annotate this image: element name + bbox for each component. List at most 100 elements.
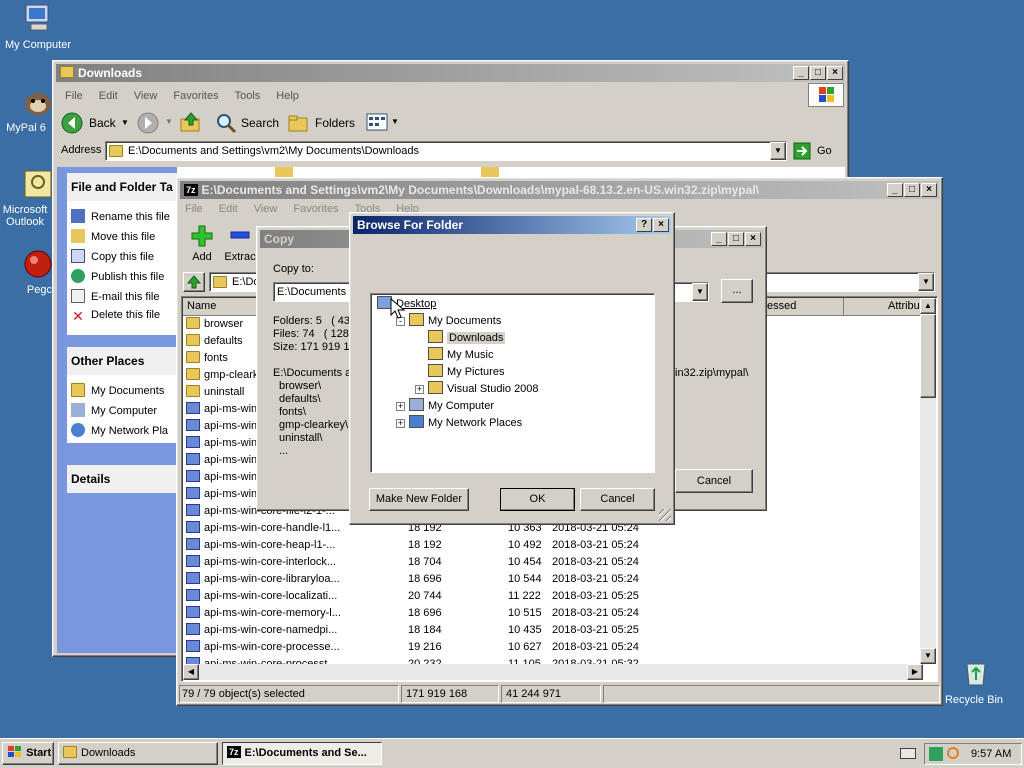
search-button[interactable]: Search — [215, 111, 281, 135]
table-row[interactable]: api-ms-win-core-libraryloa... 18 696 10 54… — [186, 571, 916, 588]
keyboard-icon[interactable] — [900, 748, 916, 759]
menu-tools[interactable]: Tools — [235, 90, 261, 102]
desktop-icon-pegc[interactable]: Pegc — [0, 248, 60, 298]
forward-button[interactable]: ▼ — [137, 111, 173, 135]
ok-button[interactable]: OK — [500, 488, 575, 511]
scroll-thumb[interactable] — [920, 314, 936, 398]
scroll-up-button[interactable]: ▲ — [920, 298, 936, 314]
table-row[interactable]: api-ms-win-core-interlock... 18 704 10 454… — [186, 554, 916, 571]
table-row[interactable]: api-ms-win-core-namedpi... 18 184 10 435 20… — [186, 622, 916, 639]
my-documents-link[interactable]: My Documents — [71, 383, 164, 397]
tree-item-my-computer[interactable]: + My Computer — [396, 398, 494, 415]
rename-file-link[interactable]: Rename this file — [71, 209, 170, 223]
delete-file-link[interactable]: ✕ Delete this file — [71, 309, 160, 323]
menu-view[interactable]: View — [254, 203, 278, 215]
address-dropdown-button[interactable]: ▼ — [770, 142, 786, 160]
taskbar-item-downloads[interactable]: Downloads — [58, 742, 218, 765]
tree-item-desktop[interactable]: Desktop — [377, 296, 436, 313]
up-level-button[interactable] — [183, 272, 205, 292]
menu-favorites[interactable]: Favorites — [293, 203, 338, 215]
menu-favorites[interactable]: Favorites — [173, 90, 218, 102]
resize-grip-icon[interactable] — [659, 509, 671, 521]
col-attrib-header[interactable]: Attribu — [888, 300, 920, 312]
up-folder-button[interactable] — [179, 111, 205, 135]
extract-button[interactable]: Extrac — [223, 224, 257, 264]
network-tray-icon[interactable] — [929, 747, 943, 761]
close-button[interactable]: × — [921, 183, 937, 197]
path-dropdown-button[interactable]: ▼ — [918, 273, 934, 291]
desktop-icon-my-computer[interactable]: My Computer — [0, 2, 80, 52]
desktop-icon-outlook[interactable]: Microsoft Outlook — [0, 168, 60, 228]
minimize-button[interactable]: _ — [711, 232, 727, 246]
menu-file[interactable]: File — [185, 203, 203, 215]
search-tray-icon[interactable] — [947, 747, 959, 759]
copy-to-dropdown-button[interactable]: ▼ — [692, 283, 708, 301]
browse-cancel-button[interactable]: Cancel — [580, 488, 655, 511]
vertical-scrollbar[interactable]: ▲ ▼ — [920, 298, 936, 664]
maximize-button[interactable]: □ — [904, 183, 920, 197]
desktop-icon-mypal[interactable]: MyPal 6 — [0, 88, 60, 136]
table-row[interactable]: api-ms-win-core-memory-l... 18 696 10 515 2… — [186, 605, 916, 622]
menu-view[interactable]: View — [134, 90, 158, 102]
browse-titlebar[interactable]: Browse For Folder ? × — [353, 216, 671, 234]
help-button[interactable]: ? — [636, 218, 652, 232]
horizontal-scrollbar[interactable]: ◀ ▶ — [183, 664, 923, 680]
minimize-button[interactable]: _ — [887, 183, 903, 197]
tree-item-my-network-places[interactable]: + My Network Places — [396, 415, 522, 432]
minimize-button[interactable]: _ — [793, 66, 809, 80]
copy-file-link[interactable]: Copy this file — [71, 249, 154, 263]
scroll-right-button[interactable]: ▶ — [907, 664, 923, 680]
expand-icon[interactable]: + — [415, 385, 424, 394]
menu-edit[interactable]: Edit — [99, 90, 118, 102]
explorer-titlebar[interactable]: Downloads _ □ × — [56, 64, 845, 82]
table-row[interactable]: api-ms-win-core-localizati... 20 744 11 22… — [186, 588, 916, 605]
views-button[interactable]: ▼ — [365, 111, 399, 135]
desktop-icon-recycle-bin[interactable]: Recycle Bin — [944, 656, 1024, 708]
maximize-button[interactable]: □ — [810, 66, 826, 80]
folders-button[interactable]: Folders — [287, 111, 355, 135]
table-row[interactable]: api-ms-win-core-heap-l1-... 18 192 10 492 2… — [186, 537, 916, 554]
back-button[interactable]: Back ▼ — [61, 111, 131, 135]
my-network-link[interactable]: My Network Pla — [71, 423, 168, 437]
address-input[interactable]: E:\Documents and Settings\vm2\My Documen… — [105, 141, 787, 161]
chevron-down-icon[interactable]: ▼ — [121, 111, 129, 135]
email-file-link[interactable]: E-mail this file — [71, 289, 159, 303]
add-button[interactable]: Add — [185, 224, 219, 264]
tree-item-my-pictures[interactable]: My Pictures — [415, 364, 504, 381]
taskbar-item-7zip[interactable]: 7z E:\Documents and Se... — [222, 742, 382, 765]
scroll-down-button[interactable]: ▼ — [920, 648, 936, 664]
expand-icon[interactable]: + — [396, 402, 405, 411]
tree-item-my-music[interactable]: My Music — [415, 347, 493, 364]
start-button[interactable]: Start — [2, 742, 54, 765]
other-places-header[interactable]: Other Places — [67, 347, 177, 375]
details-header[interactable]: Details — [71, 465, 110, 493]
chevron-down-icon[interactable]: ▼ — [165, 117, 173, 126]
browse-button[interactable]: ... — [721, 279, 753, 303]
make-new-folder-button[interactable]: Make New Folder — [369, 488, 469, 511]
publish-file-link[interactable]: Publish this file — [71, 269, 164, 283]
move-file-link[interactable]: Move this file — [71, 229, 155, 243]
dll-file-icon — [186, 504, 200, 516]
go-button[interactable]: Go — [793, 141, 841, 161]
tasks-header[interactable]: File and Folder Ta — [67, 173, 177, 201]
sevenzip-titlebar[interactable]: 7z E:\Documents and Settings\vm2\My Docum… — [180, 181, 939, 199]
col-name-header[interactable]: Name — [187, 300, 216, 312]
folder-tree[interactable]: Desktop - My Documents Downloads My Music My … — [370, 293, 655, 473]
menu-file[interactable]: File — [65, 90, 83, 102]
close-button[interactable]: × — [653, 218, 669, 232]
table-row[interactable]: api-ms-win-core-processe... 19 216 10 627 2… — [186, 639, 916, 656]
maximize-button[interactable]: □ — [728, 232, 744, 246]
chevron-down-icon[interactable]: ▼ — [391, 117, 399, 126]
tree-item-my-documents[interactable]: - My Documents — [396, 313, 501, 330]
close-button[interactable]: × — [827, 66, 843, 80]
my-computer-link[interactable]: My Computer — [71, 403, 157, 417]
expand-icon[interactable]: + — [396, 419, 405, 428]
menu-help[interactable]: Help — [276, 90, 299, 102]
copy-cancel-button[interactable]: Cancel — [675, 469, 753, 493]
tree-item-visual-studio-2008[interactable]: + Visual Studio 2008 — [415, 381, 539, 398]
scroll-left-button[interactable]: ◀ — [183, 664, 199, 680]
menu-edit[interactable]: Edit — [219, 203, 238, 215]
tree-item-downloads[interactable]: Downloads — [415, 330, 506, 347]
close-button[interactable]: × — [745, 232, 761, 246]
col-accessed-header[interactable]: essed — [767, 300, 796, 312]
